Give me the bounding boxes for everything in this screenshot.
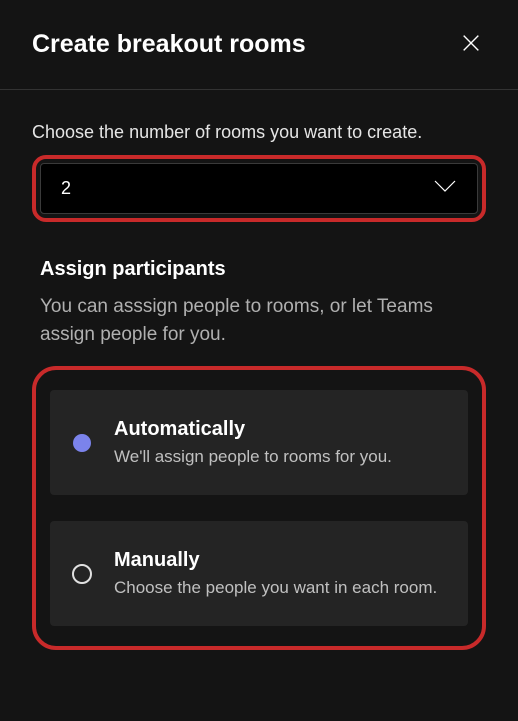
option-automatically-title: Automatically <box>114 418 446 441</box>
radio-unselected-icon <box>72 564 92 584</box>
option-automatically-desc: We'll assign people to rooms for you. <box>114 447 446 467</box>
assign-description: You can asssign people to rooms, or let … <box>40 293 478 348</box>
room-count-highlight: 2 <box>32 155 486 222</box>
option-manually-text: Manually Choose the people you want in e… <box>114 549 446 598</box>
room-count-value: 2 <box>61 178 71 199</box>
option-automatically[interactable]: Automatically We'll assign people to roo… <box>50 390 468 495</box>
dialog-header: Create breakout rooms <box>0 0 518 90</box>
chevron-down-icon <box>433 179 457 198</box>
option-manually[interactable]: Manually Choose the people you want in e… <box>50 521 468 626</box>
room-count-prompt: Choose the number of rooms you want to c… <box>32 122 486 143</box>
close-button[interactable] <box>456 28 486 61</box>
dialog-title: Create breakout rooms <box>32 30 306 59</box>
assign-title: Assign participants <box>40 258 478 281</box>
assign-options-highlight: Automatically We'll assign people to roo… <box>32 366 486 650</box>
radio-selected-icon <box>72 433 92 453</box>
close-icon <box>460 32 482 57</box>
option-manually-desc: Choose the people you want in each room. <box>114 578 446 598</box>
option-manually-title: Manually <box>114 549 446 572</box>
dialog-content: Choose the number of rooms you want to c… <box>0 90 518 670</box>
assign-section: Assign participants You can asssign peop… <box>32 258 486 348</box>
option-automatically-text: Automatically We'll assign people to roo… <box>114 418 446 467</box>
room-count-dropdown[interactable]: 2 <box>40 163 478 214</box>
